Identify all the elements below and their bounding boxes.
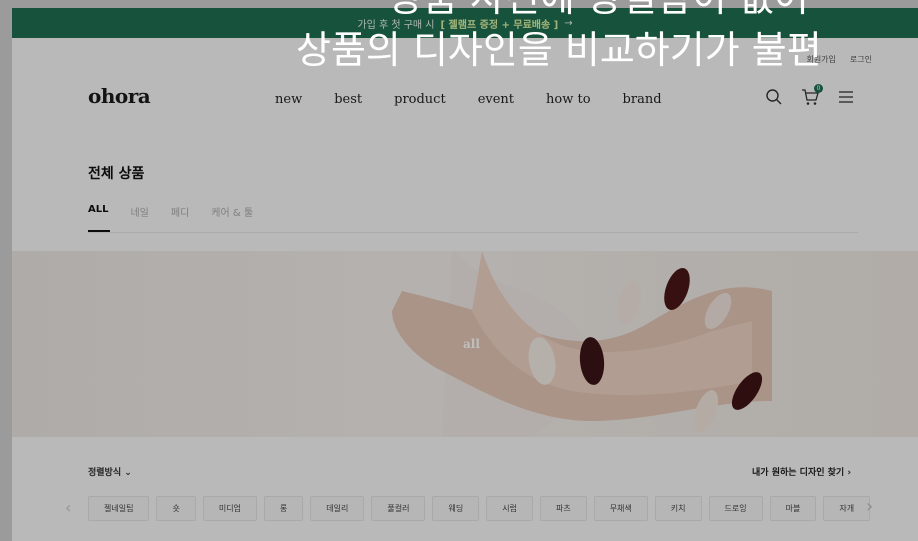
caption-line-2: 상품의 디자인을 비교하기가 불편 <box>296 28 822 72</box>
caption-line-1: 상품 사진에 광일함이 없어 <box>388 0 809 20</box>
annotation-caption: 상품 사진에 광일함이 없어 상품의 디자인을 비교하기가 불편 <box>296 0 918 90</box>
